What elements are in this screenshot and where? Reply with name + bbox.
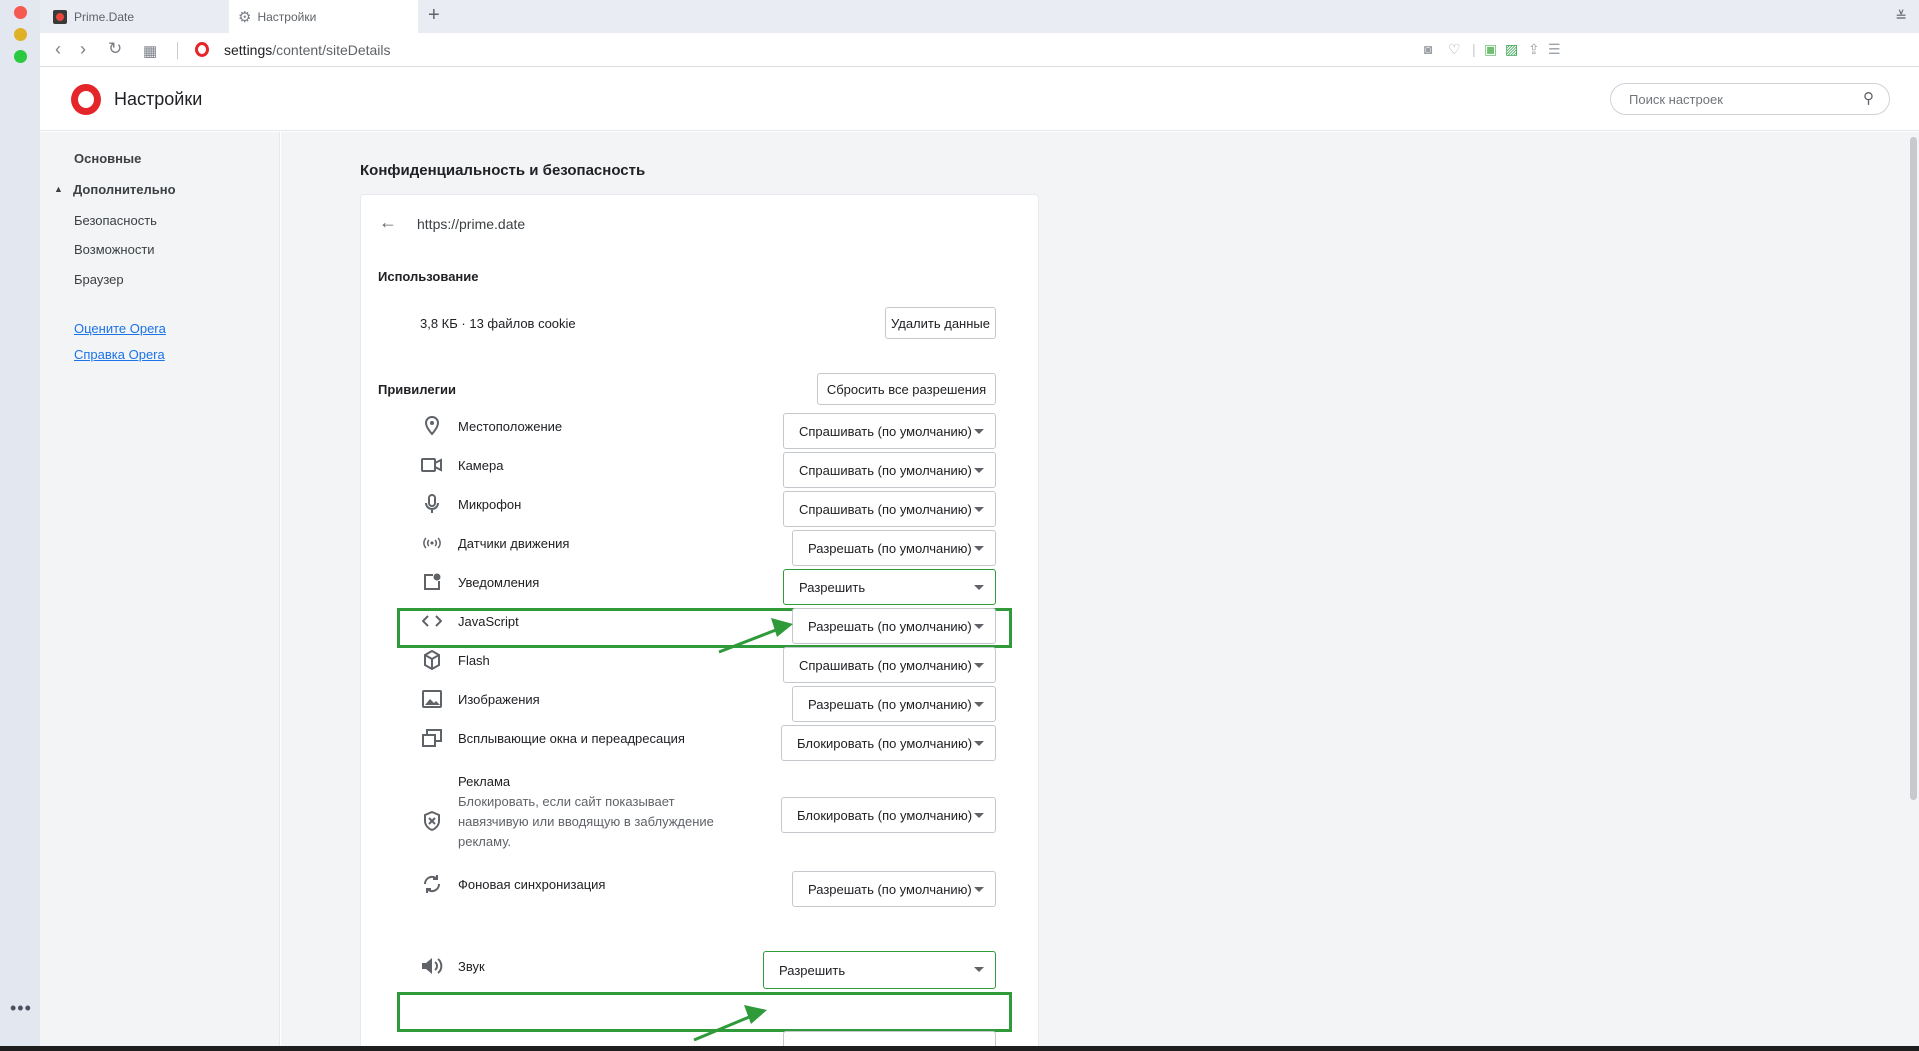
minimize-window-button[interactable] bbox=[14, 28, 27, 41]
tab-prime-date[interactable]: Prime.Date bbox=[46, 0, 229, 33]
rate-opera-link[interactable]: Оцените Opera bbox=[74, 321, 166, 336]
search-icon[interactable]: ⚲ bbox=[1863, 89, 1874, 107]
sidebar-item-basic[interactable]: Основные bbox=[74, 151, 141, 166]
close-window-button[interactable] bbox=[14, 6, 27, 19]
search-input[interactable] bbox=[1610, 83, 1890, 115]
more-icon[interactable]: ••• bbox=[10, 998, 32, 1019]
opera-logo-icon bbox=[71, 84, 101, 115]
back-icon[interactable]: ‹ bbox=[55, 39, 61, 60]
forward-icon[interactable]: › bbox=[80, 39, 86, 60]
window-bottom-edge bbox=[0, 1046, 1919, 1051]
opera-favicon-icon bbox=[195, 42, 209, 57]
scrollbar[interactable] bbox=[1910, 137, 1917, 800]
speed-dial-icon[interactable]: ▦ bbox=[143, 42, 157, 60]
sidebar: Основные ▲ Дополнительно Безопасность Во… bbox=[40, 132, 280, 1051]
address-bar: ‹ › ↻ ▦ settings/content/siteDetails ◙ ♡… bbox=[40, 33, 1919, 67]
extension-cube-icon[interactable]: ▣ bbox=[1484, 41, 1497, 58]
maximize-window-button[interactable] bbox=[14, 50, 27, 63]
easy-setup-icon[interactable]: ☰ bbox=[1548, 41, 1561, 58]
sidebar-item-security[interactable]: Безопасность bbox=[74, 213, 157, 228]
prime-date-favicon-icon bbox=[53, 9, 67, 24]
sidebar-item-features[interactable]: Возможности bbox=[74, 242, 155, 257]
tab-label: Prime.Date bbox=[74, 9, 135, 24]
url-field[interactable]: settings/content/siteDetails bbox=[224, 42, 391, 58]
url-prefix: settings bbox=[224, 42, 273, 58]
share-icon[interactable]: ⇪ bbox=[1528, 41, 1540, 58]
tab-label: Настройки bbox=[257, 9, 317, 24]
extension-icon[interactable]: ▨ bbox=[1505, 41, 1518, 58]
divider: | bbox=[1472, 41, 1476, 57]
tab-menu-icon[interactable]: ≚ bbox=[1895, 8, 1907, 25]
opera-help-link[interactable]: Справка Opera bbox=[74, 347, 165, 362]
sidebar-item-browser[interactable]: Браузер bbox=[74, 272, 124, 287]
url-path: /content/siteDetails bbox=[272, 42, 391, 58]
page-title: Настройки bbox=[114, 89, 203, 109]
caret-up-icon: ▲ bbox=[54, 184, 63, 194]
divider bbox=[177, 42, 178, 59]
new-tab-button[interactable]: + bbox=[428, 4, 440, 27]
reload-icon[interactable]: ↻ bbox=[108, 39, 122, 59]
gear-icon: ⚙ bbox=[238, 8, 252, 26]
annotation-arrows bbox=[693, 618, 793, 1042]
arrow-notifications bbox=[718, 618, 793, 654]
heart-icon[interactable]: ♡ bbox=[1448, 41, 1461, 58]
arrow-sound bbox=[693, 1005, 767, 1042]
settings-header: Настройки ⚲ bbox=[40, 67, 1919, 131]
sidebar-item-advanced[interactable]: Дополнительно bbox=[73, 182, 176, 197]
tab-settings[interactable]: ⚙ Настройки bbox=[229, 0, 418, 33]
main-content: Конфиденциальность и безопасность ← http… bbox=[281, 132, 1919, 1051]
window-strip: ••• bbox=[0, 0, 40, 1051]
camera-icon[interactable]: ◙ bbox=[1424, 41, 1432, 57]
tab-bar: Prime.Date ⚙ Настройки + ≚ bbox=[40, 0, 1919, 33]
